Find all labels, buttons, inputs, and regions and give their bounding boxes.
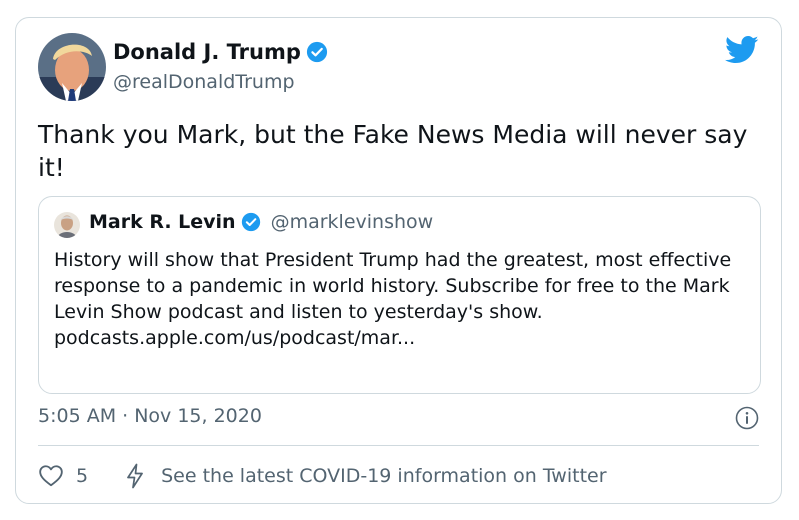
- tweet-text: Thank you Mark, but the Fake News Media …: [38, 120, 748, 182]
- tweet-timestamp[interactable]: 5:05 AM · Nov 15, 2020: [38, 405, 262, 427]
- divider: [38, 445, 759, 446]
- covid-info-link[interactable]: See the latest COVID-19 information on T…: [161, 465, 606, 487]
- lightning-bolt-icon[interactable]: [124, 463, 146, 489]
- heart-icon[interactable]: [38, 463, 64, 489]
- twitter-bird-icon[interactable]: [725, 35, 759, 65]
- quoted-author-handle[interactable]: @marklevinshow: [271, 211, 434, 233]
- tweet-embed-card[interactable]: Donald J. Trump @realDonaldTrump Thank y…: [15, 17, 782, 504]
- author-avatar[interactable]: [38, 33, 106, 101]
- verified-badge-icon: [241, 212, 261, 232]
- quoted-author-name[interactable]: Mark R. Levin: [89, 211, 236, 233]
- quoted-tweet-text: History will show that President Trump h…: [54, 249, 732, 323]
- quoted-author-avatar[interactable]: [54, 212, 80, 238]
- verified-badge-icon: [306, 41, 328, 63]
- quoted-tweet[interactable]: Mark R. Levin @marklevinshow History wil…: [38, 196, 761, 394]
- quoted-author-row: Mark R. Levin @marklevinshow: [89, 211, 433, 233]
- author-name[interactable]: Donald J. Trump: [113, 40, 301, 64]
- quoted-tweet-link[interactable]: podcasts.apple.com/us/podcast/mar...: [54, 325, 744, 351]
- info-icon[interactable]: [735, 406, 759, 430]
- author-handle[interactable]: @realDonaldTrump: [113, 71, 295, 93]
- like-count[interactable]: 5: [76, 465, 88, 487]
- quoted-tweet-body: History will show that President Trump h…: [54, 247, 744, 351]
- author-name-row[interactable]: Donald J. Trump: [113, 40, 328, 64]
- action-bar: 5 See the latest COVID-19 information on…: [38, 461, 607, 491]
